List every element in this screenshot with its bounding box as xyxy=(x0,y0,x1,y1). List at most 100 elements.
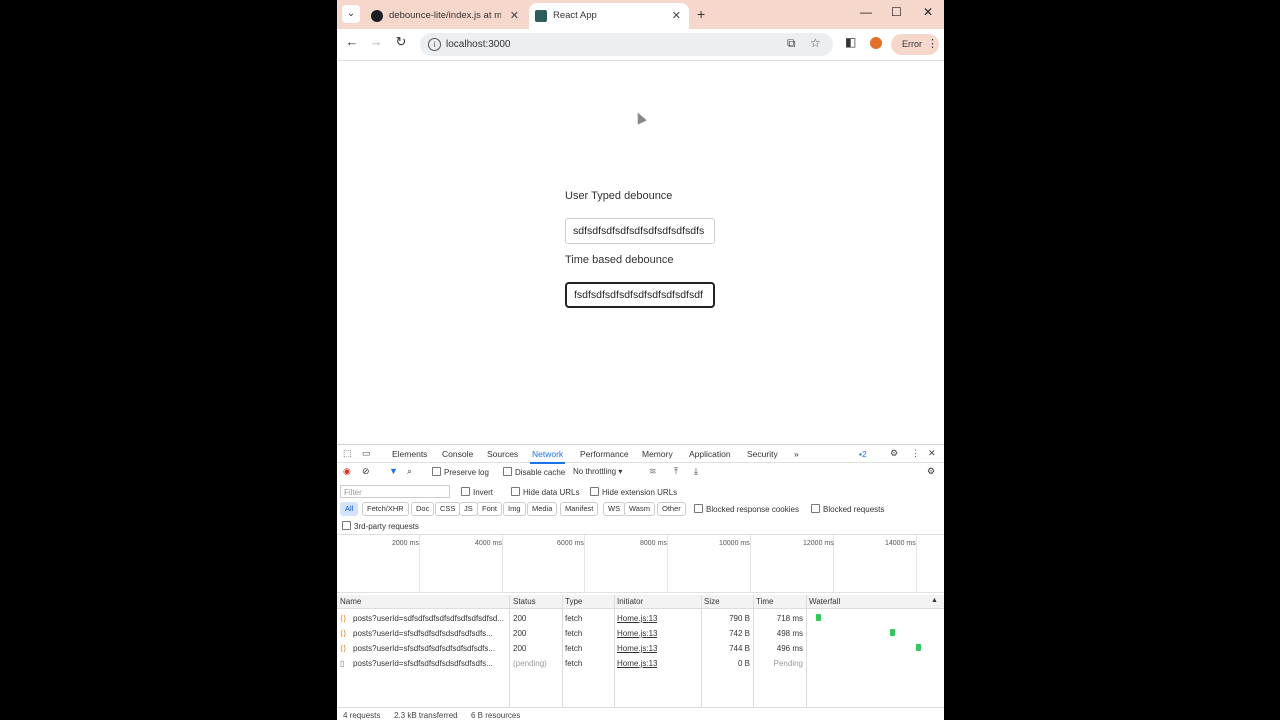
table-row[interactable]: ⟨⟩ posts?userId=sdfsdfsdfsdfsdfsdfsdfsdfs… xyxy=(337,611,944,625)
timeline-overview[interactable]: 2000 ms 4000 ms 6000 ms 8000 ms 10000 ms… xyxy=(337,534,944,593)
filter-wasm[interactable]: Wasm xyxy=(624,502,655,516)
import-har-icon[interactable]: ⤒ xyxy=(674,466,678,477)
third-party-checkbox[interactable]: 3rd-party requests xyxy=(342,521,419,531)
issues-badge[interactable]: ▪2 xyxy=(859,449,867,459)
col-type[interactable]: Type xyxy=(565,597,582,606)
request-name: posts?userId=sfsdfsdfsdfsdsdfsdfsdfs... xyxy=(353,659,493,668)
fetch-icon: ⟨⟩ xyxy=(340,644,347,653)
time-based-label: Time based debounce xyxy=(565,254,674,266)
close-devtools-icon[interactable]: ✕ xyxy=(928,448,936,459)
request-initiator[interactable]: Home.js:13 xyxy=(617,659,657,668)
tab-sources[interactable]: Sources xyxy=(487,449,518,459)
more-tabs-icon[interactable]: » xyxy=(794,449,799,459)
request-type: fetch xyxy=(565,614,583,623)
request-time: Pending xyxy=(773,659,803,668)
throttling-select[interactable]: No throttling ▾ xyxy=(573,467,622,476)
preserve-log-checkbox[interactable]: Preserve log xyxy=(432,467,489,477)
tab-performance[interactable]: Performance xyxy=(580,449,629,459)
url-text: localhost:3000 xyxy=(446,39,511,50)
close-icon[interactable]: ✕ xyxy=(672,3,681,29)
filter-input[interactable]: Filter xyxy=(340,485,450,498)
maximize-icon[interactable]: ☐ xyxy=(891,5,902,19)
network-settings-icon[interactable]: ⚙ xyxy=(927,466,935,477)
minimize-icon[interactable]: — xyxy=(860,5,872,19)
hide-data-urls-checkbox[interactable]: Hide data URLs xyxy=(511,487,579,497)
window-close-icon[interactable]: ✕ xyxy=(923,5,933,19)
more-options-icon[interactable]: ⋮ xyxy=(911,448,920,459)
inspect-element-icon[interactable]: ⬚ xyxy=(343,448,352,459)
filter-fetch-xhr[interactable]: Fetch/XHR xyxy=(362,502,409,516)
close-icon[interactable]: ✕ xyxy=(510,3,519,29)
col-waterfall[interactable]: Waterfall xyxy=(809,597,840,606)
request-size: 0 B xyxy=(737,659,750,668)
col-size[interactable]: Size xyxy=(704,597,720,606)
fetch-icon: ⟨⟩ xyxy=(340,614,347,623)
sort-asc-icon[interactable]: ▲ xyxy=(931,597,938,604)
tab-console[interactable]: Console xyxy=(442,449,473,459)
profile-avatar[interactable] xyxy=(870,37,882,49)
reload-icon[interactable]: ↻ xyxy=(391,34,411,50)
tick-label: 10000 ms xyxy=(719,540,750,547)
tab-github[interactable]: debounce-lite/index.js at main ✕ xyxy=(365,3,527,29)
tab-memory[interactable]: Memory xyxy=(642,449,673,459)
error-button[interactable]: Error ⋮ xyxy=(891,34,939,55)
tab-network[interactable]: Network xyxy=(529,449,566,464)
search-icon[interactable]: ⌕ xyxy=(407,466,412,477)
filter-all[interactable]: All xyxy=(340,502,359,516)
blocked-requests-checkbox[interactable]: Blocked requests xyxy=(811,504,884,514)
device-toolbar-icon[interactable]: ▭ xyxy=(362,448,371,459)
table-row[interactable]: ⟨⟩ posts?userId=sfsdfsdfsdfsdfsdfsdfsdfs.… xyxy=(337,641,944,655)
filter-icon[interactable]: ▼ xyxy=(389,466,398,476)
waterfall-bar xyxy=(916,644,921,651)
request-time: 498 ms xyxy=(776,629,803,638)
filter-media[interactable]: Media xyxy=(527,502,558,516)
tab-application[interactable]: Application xyxy=(689,449,731,459)
col-initiator[interactable]: Initiator xyxy=(617,597,643,606)
col-time[interactable]: Time xyxy=(756,597,773,606)
disable-cache-checkbox[interactable]: Disable cache xyxy=(503,467,565,477)
filter-doc[interactable]: Doc xyxy=(411,502,435,516)
tab-search-icon[interactable]: ⌄ xyxy=(342,5,360,23)
site-info-icon[interactable]: i xyxy=(428,38,441,51)
invert-checkbox[interactable]: Invert xyxy=(461,487,493,497)
filter-font[interactable]: Font xyxy=(477,502,503,516)
col-name[interactable]: Name xyxy=(340,597,361,606)
clear-icon[interactable]: ⊘ xyxy=(362,466,370,477)
blocked-response-cookies-checkbox[interactable]: Blocked response cookies xyxy=(694,504,799,514)
menu-dots-icon: ⋮ xyxy=(927,38,938,50)
tab-security[interactable]: Security xyxy=(747,449,778,459)
request-initiator[interactable]: Home.js:13 xyxy=(617,644,657,653)
time-based-input[interactable] xyxy=(565,282,715,308)
filter-js[interactable]: JS xyxy=(459,502,478,516)
filter-other[interactable]: Other xyxy=(657,502,686,516)
request-type: fetch xyxy=(565,644,583,653)
filter-ws[interactable]: WS xyxy=(603,502,626,516)
network-conditions-icon[interactable]: ≋ xyxy=(649,466,657,477)
filter-img[interactable]: Img xyxy=(503,502,526,516)
tab-react-app[interactable]: React App ✕ xyxy=(529,3,689,29)
hide-extension-urls-checkbox[interactable]: Hide extension URLs xyxy=(590,487,677,497)
filter-manifest[interactable]: Manifest xyxy=(560,502,599,516)
export-har-icon[interactable]: ⤓ xyxy=(694,466,698,477)
new-tab-icon[interactable]: + xyxy=(697,6,705,22)
table-row[interactable]: ⟨⟩ posts?userId=sfsdfsdfsdfsdsdfsdfsdfs..… xyxy=(337,626,944,640)
request-initiator[interactable]: Home.js:13 xyxy=(617,629,657,638)
tab-elements[interactable]: Elements xyxy=(392,449,427,459)
back-icon[interactable]: ← xyxy=(342,34,362,49)
forward-icon[interactable]: → xyxy=(366,34,386,49)
col-status[interactable]: Status xyxy=(513,597,536,606)
record-icon[interactable]: ◉ xyxy=(343,466,351,477)
install-app-icon[interactable]: ⧉ xyxy=(787,36,796,51)
request-name: posts?userId=sfsdfsdfsdfsdsdfsdfsdfs... xyxy=(353,629,493,638)
table-row[interactable]: ▯ posts?userId=sfsdfsdfsdfsdsdfsdfsdfs...… xyxy=(337,656,944,670)
tick-label: 2000 ms xyxy=(392,540,419,547)
tick-label: 12000 ms xyxy=(803,540,834,547)
side-panel-icon[interactable]: ◧ xyxy=(845,35,856,49)
bookmark-star-icon[interactable]: ☆ xyxy=(810,36,821,50)
settings-gear-icon[interactable]: ⚙ xyxy=(890,448,898,459)
filter-css[interactable]: CSS xyxy=(435,502,461,516)
user-typed-input[interactable] xyxy=(565,218,715,244)
address-bar[interactable]: i localhost:3000 ⧉ ☆ xyxy=(420,33,833,56)
waterfall-bar xyxy=(815,614,821,621)
request-initiator[interactable]: Home.js:13 xyxy=(617,614,657,623)
